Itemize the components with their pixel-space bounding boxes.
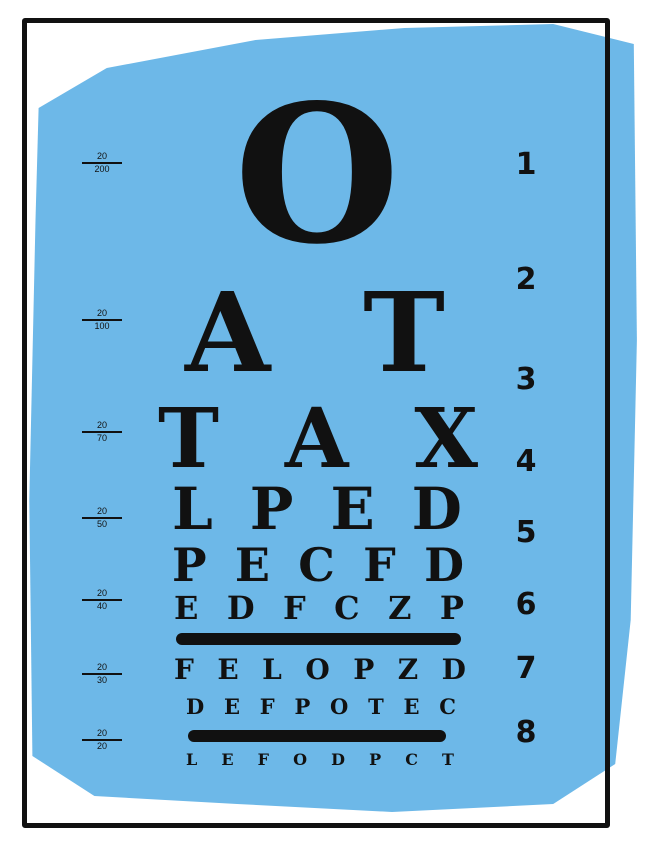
acuity-label: 20 30 (82, 663, 122, 685)
chart-letter: T (442, 750, 454, 769)
chart-letter: P (172, 538, 207, 592)
acuity-denominator: 70 (96, 433, 107, 443)
chart-row-7: F E L O P Z D (174, 656, 466, 684)
chart-letter: O (305, 653, 330, 686)
acuity-numerator: 20 (96, 662, 107, 672)
acuity-denominator: 20 (96, 741, 107, 751)
line-number: 4 (515, 444, 537, 479)
acuity-label: 20 50 (82, 507, 122, 529)
chart-row-9: L E F O D P C T (186, 752, 454, 768)
line-number: 7 (515, 651, 537, 686)
divider-bar (176, 633, 461, 645)
line-number: 1 (515, 147, 537, 182)
acuity-label: 20 100 (82, 309, 122, 331)
chart-letter: O (293, 750, 308, 769)
chart-letter: L (262, 653, 282, 686)
chart-letter: C (298, 538, 335, 592)
chart-row-8: D E F P O T E C (186, 696, 456, 717)
chart-letter: F (174, 653, 194, 686)
acuity-numerator: 20 (96, 506, 107, 516)
chart-letter: D (441, 653, 466, 686)
chart-letter: D (411, 475, 462, 543)
chart-letter: P (294, 694, 311, 719)
acuity-denominator: 100 (94, 321, 110, 331)
acuity-numerator: 20 (96, 420, 107, 430)
acuity-label: 20 200 (82, 152, 122, 174)
chart-letter: C (334, 589, 360, 627)
acuity-label: 20 70 (82, 421, 122, 443)
chart-letter: Z (388, 589, 412, 627)
line-number: 2 (515, 262, 537, 297)
acuity-numerator: 20 (96, 308, 107, 318)
chart-letter: E (330, 475, 375, 543)
chart-letter: T (368, 694, 384, 719)
chart-row-5: P E C F D (172, 542, 464, 588)
chart-letter: D (186, 694, 205, 719)
chart-letter: O (234, 63, 400, 286)
chart-row-2: A T (185, 278, 445, 388)
chart-letter: A (284, 391, 349, 487)
acuity-numerator: 20 (96, 151, 107, 161)
chart-letter: F (259, 694, 275, 719)
chart-letter: E (223, 694, 240, 719)
chart-letter: P (439, 589, 464, 627)
chart-letter: P (249, 475, 294, 543)
chart-letter: A (185, 268, 271, 397)
chart-row-6: E D F C Z P (174, 592, 464, 624)
line-number: 8 (515, 715, 537, 750)
line-number: 3 (515, 362, 537, 397)
chart-letter: F (283, 589, 306, 627)
line-number: 6 (515, 587, 537, 622)
chart-letter: D (331, 750, 345, 769)
chart-letter: F (363, 538, 396, 592)
chart-letter: T (363, 268, 445, 397)
chart-letter: T (158, 391, 220, 487)
chart-letter: D (424, 538, 464, 592)
chart-row-1: O (232, 80, 402, 270)
eye-chart: O A T T A X L P E D P E C F D E D F C Z … (0, 0, 658, 854)
chart-letter: L (186, 750, 198, 769)
chart-letter: E (174, 589, 199, 627)
chart-letter: P (369, 750, 382, 769)
chart-letter: Z (397, 653, 419, 686)
chart-letter: C (439, 694, 456, 719)
acuity-denominator: 30 (96, 675, 107, 685)
acuity-denominator: 40 (96, 601, 107, 611)
chart-letter: F (257, 750, 269, 769)
chart-letter: L (172, 475, 213, 543)
divider-bar (188, 730, 446, 742)
acuity-numerator: 20 (96, 728, 107, 738)
chart-letter: E (234, 538, 270, 592)
chart-row-4: L P E D (172, 480, 462, 538)
chart-row-3: T A X (158, 398, 478, 480)
chart-letter: O (330, 694, 349, 719)
chart-letter: E (221, 750, 234, 769)
chart-letter: P (353, 653, 375, 686)
chart-letter: C (405, 750, 418, 769)
acuity-denominator: 200 (94, 164, 110, 174)
acuity-label: 20 40 (82, 589, 122, 611)
acuity-numerator: 20 (96, 588, 107, 598)
chart-letter: X (414, 391, 478, 487)
acuity-denominator: 50 (96, 519, 107, 529)
acuity-label: 20 20 (82, 729, 122, 751)
chart-letter: E (217, 653, 239, 686)
line-number: 5 (515, 515, 537, 550)
chart-letter: E (403, 694, 420, 719)
chart-letter: D (226, 589, 255, 627)
